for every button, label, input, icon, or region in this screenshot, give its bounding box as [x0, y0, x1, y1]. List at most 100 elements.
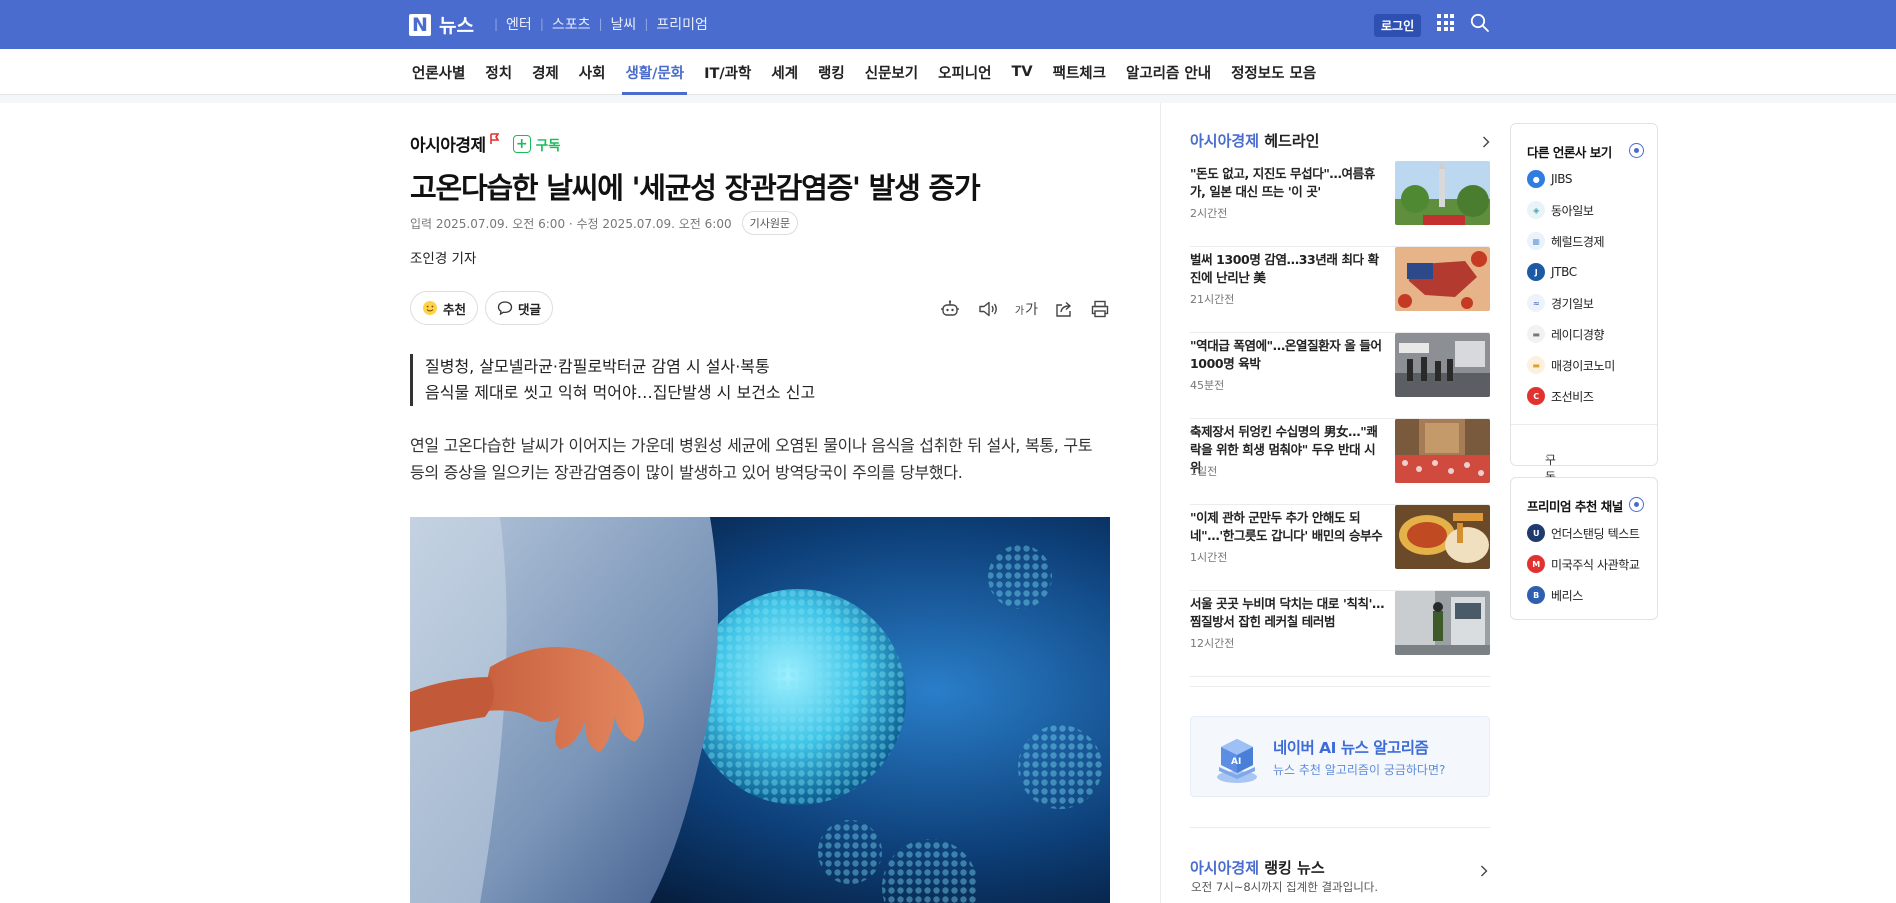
press-logo-icon: ≈ — [1527, 294, 1545, 312]
font-size-icon[interactable]: 가가 — [1015, 298, 1038, 320]
summary-line: 음식물 제대로 씻고 익혀 먹어야…집단발생 시 보건소 신고 — [425, 383, 816, 402]
share-icon[interactable] — [1054, 298, 1074, 320]
headline-thumbnail — [1395, 419, 1490, 483]
article-summary: 질병청, 살모넬라균·캄필로박터균 감염 시 설사·복통 음식물 제대로 씻고 … — [410, 354, 815, 406]
speaker-icon[interactable] — [977, 298, 999, 320]
press-logo-icon: ▬ — [1527, 325, 1545, 343]
press-logo-icon: ▬ — [1527, 356, 1545, 374]
service-link-sports[interactable]: 스포츠 — [552, 14, 591, 34]
service-link-weather[interactable]: 날씨 — [611, 14, 637, 34]
press-link[interactable]: ▬ 매경이코노미 — [1527, 356, 1615, 374]
category-it-science[interactable]: IT/과학 — [704, 49, 751, 95]
category-economy[interactable]: 경제 — [532, 49, 559, 95]
category-algorithm[interactable]: 알고리즘 안내 — [1126, 49, 1211, 95]
article-tools: 가가 — [939, 298, 1110, 320]
ai-banner-title: 네이버 AI 뉴스 알고리즘 — [1273, 739, 1429, 757]
category-tv[interactable]: TV — [1011, 49, 1032, 95]
ai-algorithm-banner[interactable]: AI 네이버 AI 뉴스 알고리즘 뉴스 추천 알고리즘이 궁금하다면? — [1190, 716, 1490, 797]
svg-text:AI: AI — [1231, 757, 1241, 767]
comment-button[interactable]: 댓글 — [485, 291, 554, 325]
headline-item[interactable]: "역대급 폭염에"…온열질환자 올 들어 1000명 육박 45분전 — [1190, 333, 1490, 419]
subscribe-settings[interactable]: 구독 설정 › — [1511, 424, 1657, 518]
press-logo-icon: ◈ — [1527, 201, 1545, 219]
smile-icon — [422, 300, 438, 316]
ai-cube-icon: AI — [1211, 731, 1263, 789]
article-photo[interactable] — [410, 517, 1110, 903]
headline-item[interactable]: 서울 곳곳 누비며 닥치는 대로 '칙칙'…찜질방서 잡힌 레커칠 테러범 12… — [1190, 591, 1490, 677]
summary-line: 질병청, 살모넬라균·캄필로박터균 감염 시 설사·복통 — [425, 357, 770, 376]
press-logo-icon: ▦ — [1527, 232, 1545, 250]
naver-n-icon: N — [409, 13, 431, 36]
refresh-icon[interactable] — [1629, 143, 1644, 158]
service-link-premium[interactable]: 프리미엄 — [656, 14, 708, 34]
recommend-button[interactable]: 추천 — [410, 291, 479, 325]
press-link[interactable]: ▬ 레이디경향 — [1527, 325, 1605, 343]
subscribe-button[interactable]: + 구독 — [512, 134, 561, 154]
press-link[interactable]: J JTBC — [1527, 263, 1577, 281]
category-opinion[interactable]: 오피니언 — [938, 49, 991, 95]
category-world[interactable]: 세계 — [771, 49, 798, 95]
chevron-right-icon[interactable] — [1482, 133, 1490, 152]
reporter-name[interactable]: 조인경 기자 — [410, 247, 476, 267]
summary-bot-icon[interactable] — [939, 298, 961, 320]
subscribe-label: 구독 — [535, 137, 561, 154]
headline-item[interactable]: 벌써 1300명 감염…33년래 최다 확진에 난리난 美 21시간전 — [1190, 247, 1490, 333]
category-factcheck[interactable]: 팩트체크 — [1053, 49, 1106, 95]
headline-thumbnail — [1395, 505, 1490, 569]
premium-channel-link[interactable]: B 베리스 — [1527, 586, 1583, 604]
headline-thumbnail — [1395, 247, 1490, 311]
press-logo-icon: ● — [1527, 170, 1545, 188]
headline-item[interactable]: 축제장서 뒤엉킨 수십명의 男女…"쾌락을 위한 희생 멈춰야" 두우 반대 시… — [1190, 419, 1490, 505]
other-press-title: 다른 언론사 보기 — [1527, 145, 1612, 160]
comment-icon — [497, 300, 513, 316]
category-politics[interactable]: 정치 — [485, 49, 512, 95]
article-body-paragraph: 연일 고온다습한 날씨가 이어지는 가운데 병원성 세균에 오염된 물이나 음식… — [410, 436, 1093, 482]
ranking-news-title[interactable]: 아시아경제 랭킹 뉴스 — [1190, 857, 1325, 878]
press-link[interactable]: ◈ 동아일보 — [1527, 201, 1594, 219]
divider — [1190, 686, 1490, 687]
ranking-news-subtitle: 오전 7시~8시까지 집계한 결과입니다. — [1191, 880, 1379, 894]
press-link[interactable]: ● JIBS — [1527, 170, 1573, 188]
premium-channel-link[interactable]: M 미국주식 사관학교 — [1527, 555, 1640, 573]
reaction-buttons: 추천 댓글 — [410, 291, 554, 325]
print-icon[interactable] — [1090, 298, 1110, 320]
article-headline: 고온다습한 날씨에 '세균성 장관감염증' 발생 증가 — [410, 171, 981, 205]
naver-news-logo[interactable]: N 뉴스 — [409, 11, 474, 38]
search-icon[interactable] — [1470, 13, 1490, 37]
article-dates: 입력 2025.07.09. 오전 6:00 · 수정 2025.07.09. … — [410, 211, 799, 235]
channel-logo-icon: B — [1527, 586, 1545, 604]
press-link[interactable]: C 조선비즈 — [1527, 387, 1594, 405]
news-logo-text: 뉴스 — [439, 15, 474, 37]
press-name[interactable]: 아시아경제 — [410, 131, 486, 156]
category-corrections[interactable]: 정정보도 모음 — [1231, 49, 1316, 95]
headline-item[interactable]: "이제 관하 군만두 추가 안해도 되네"…'한그릇도 갑니다' 배민의 승부수… — [1190, 505, 1490, 591]
press-row: 아시아경제 + 구독 — [410, 131, 561, 156]
headline-thumbnail — [1395, 333, 1490, 397]
other-press-panel: 다른 언론사 보기 ● JIBS ◈ 동아일보 ▦ 헤럴드경제 J JTBC ≈… — [1510, 123, 1658, 518]
category-life-culture[interactable]: 생활/문화 — [622, 49, 687, 95]
original-article-button[interactable]: 기사원문 — [741, 211, 799, 235]
chevron-right-icon: › — [1545, 451, 1550, 465]
category-press[interactable]: 언론사별 — [412, 49, 465, 95]
category-newspaper[interactable]: 신문보기 — [865, 49, 918, 95]
login-button[interactable]: 로그인 — [1374, 14, 1422, 37]
headline-item[interactable]: "돈도 없고, 지진도 무섭다"…여름휴가, 일본 대신 뜨는 '이 곳' 2시… — [1190, 161, 1490, 247]
press-link[interactable]: ≈ 경기일보 — [1527, 294, 1594, 312]
category-ranking[interactable]: 랭킹 — [818, 49, 845, 95]
headline-thumbnail — [1395, 161, 1490, 225]
refresh-icon[interactable] — [1629, 497, 1644, 512]
premium-channel-link[interactable]: U 언더스탠딩 텍스트 — [1527, 524, 1640, 542]
press-link[interactable]: ▦ 헤럴드경제 — [1527, 232, 1605, 250]
nav-gray-strip — [0, 95, 1896, 103]
comment-label: 댓글 — [518, 301, 542, 317]
category-society[interactable]: 사회 — [579, 49, 606, 95]
headlines-title[interactable]: 아시아경제 헤드라인 — [1190, 130, 1319, 151]
top-bar: N 뉴스 | 엔터 | 스포츠 | 날씨 | 프리미엄 로그인 — [0, 0, 1896, 49]
chevron-right-icon[interactable] — [1480, 862, 1488, 881]
recommend-label: 추천 — [443, 301, 467, 317]
headline-thumbnail — [1395, 591, 1490, 655]
apps-grid-icon[interactable] — [1437, 14, 1454, 31]
divider — [1190, 827, 1490, 828]
service-link-entertainment[interactable]: 엔터 — [506, 14, 532, 34]
category-nav: 언론사별 정치 경제 사회 생활/문화 IT/과학 세계 랭킹 신문보기 오피니… — [0, 49, 1896, 95]
